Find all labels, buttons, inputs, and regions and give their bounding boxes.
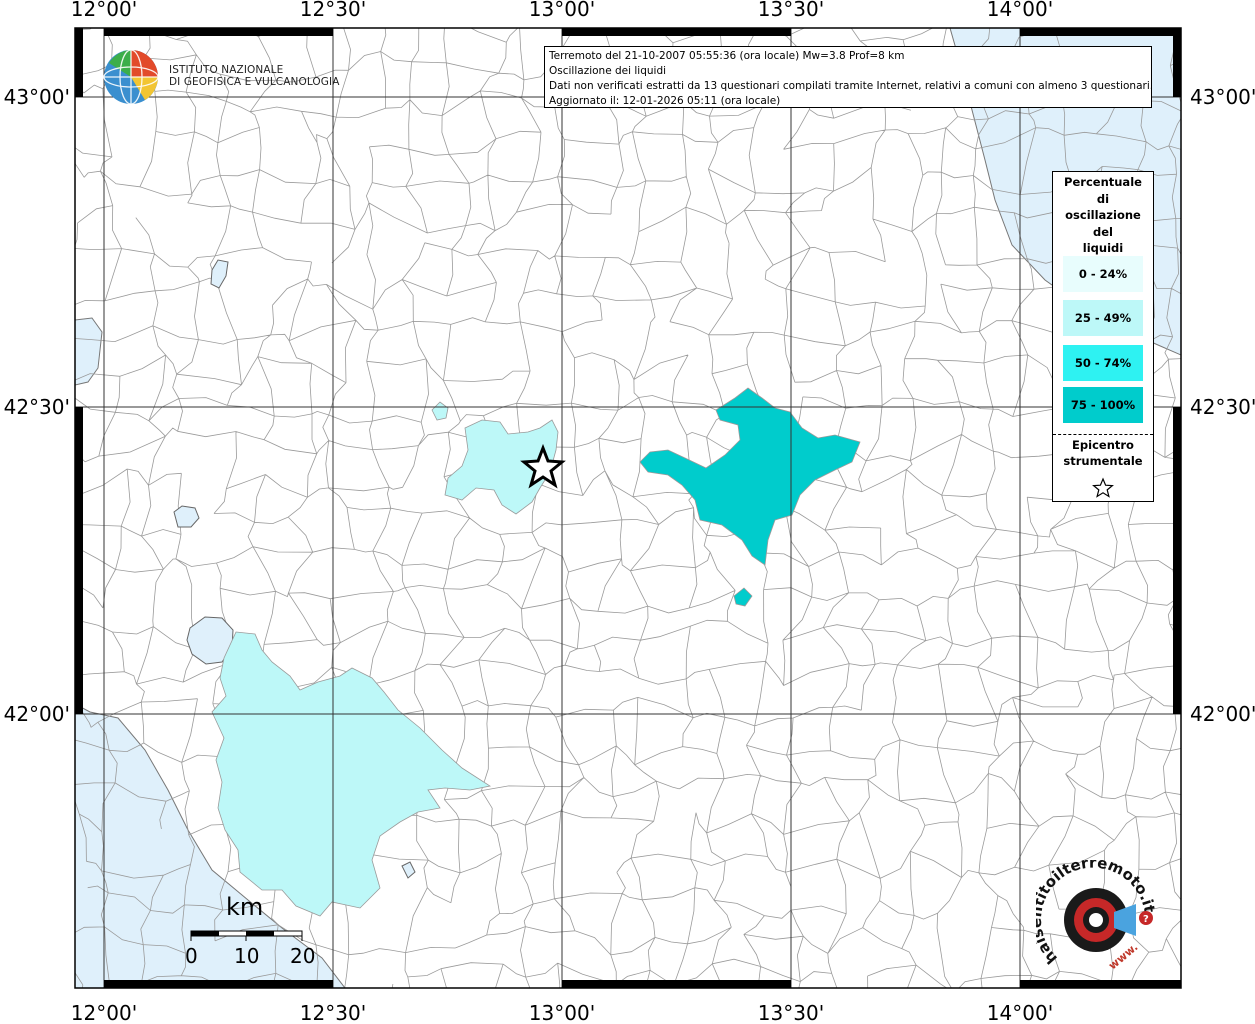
lat-labels-right: 43°00' 42°30' 42°00' <box>1190 85 1255 726</box>
ingv-name-line1: ISTITUTO NAZIONALE <box>169 64 284 76</box>
lon-label: 13°00' <box>529 1001 595 1024</box>
lon-label: 12°00' <box>71 1001 137 1024</box>
legend-class-50-74: 50 - 74% <box>1063 345 1143 381</box>
event-info-box: Terremoto del 21-10-2007 05:55:36 (ora l… <box>544 46 1152 108</box>
legend-epicenter-line: strumentale <box>1063 454 1143 468</box>
event-updated: Aggiornato il: 12-01-2026 05:11 (ora loc… <box>549 95 781 107</box>
lon-labels-top: 12°00' 12°30' 13°00' 13°30' 14°00' <box>71 0 1053 21</box>
legend-title-line: del <box>1093 224 1113 239</box>
lon-label: 13°30' <box>758 1001 824 1024</box>
legend-class-25-49: 25 - 49% <box>1063 300 1143 336</box>
legend-divider <box>1053 434 1153 435</box>
lon-label: 14°00' <box>987 0 1053 21</box>
lat-label: 42°00' <box>1190 702 1255 726</box>
scale-label-0: 0 <box>185 944 198 968</box>
scale-unit: km <box>226 893 264 921</box>
event-data-note: Dati non verificati estratti da 13 quest… <box>549 80 1152 92</box>
legend-epicenter-line: Epicentro <box>1072 438 1134 452</box>
lat-label: 43°00' <box>1190 85 1255 109</box>
legend-title-line: Percentuale <box>1064 175 1142 189</box>
scale-label-10: 10 <box>234 944 260 968</box>
legend-title-line: di <box>1096 191 1110 206</box>
legend-title-line: oscillazione <box>1065 208 1141 222</box>
ingv-name: ISTITUTO NAZIONALE DI GEOFISICA E VULCAN… <box>169 64 340 88</box>
star-icon <box>1092 477 1114 498</box>
lat-labels-left: 43°00' 42°30' 42°00' <box>4 85 70 726</box>
svg-text:?: ? <box>1143 914 1149 925</box>
event-title: Terremoto del 21-10-2007 05:55:36 (ora l… <box>549 50 905 62</box>
legend-title: Percentuale di oscillazione del liquidi <box>1053 172 1153 257</box>
lat-label: 42°00' <box>4 702 70 726</box>
legend-epicenter-label: Epicentro strumentale <box>1053 437 1153 469</box>
legend: Percentuale di oscillazione del liquidi … <box>1052 171 1154 502</box>
lon-label: 12°30' <box>300 1001 366 1024</box>
lon-label: 13°30' <box>758 0 824 21</box>
legend-class-75-100: 75 - 100% <box>1063 387 1143 423</box>
lat-label: 42°30' <box>4 395 70 419</box>
scale-label-20: 20 <box>290 944 316 968</box>
lon-label: 12°30' <box>300 0 366 21</box>
lon-labels-bottom: 12°00' 12°30' 13°00' 13°30' 14°00' <box>71 1001 1053 1024</box>
ingv-name-line2: DI GEOFISICA E VULCANOLOGIA <box>169 76 340 88</box>
lat-label: 42°30' <box>1190 395 1255 419</box>
lon-label: 12°00' <box>71 0 137 21</box>
legend-title-line: liquidi <box>1082 241 1124 255</box>
lat-label: 43°00' <box>4 85 70 109</box>
lon-label: 14°00' <box>987 1001 1053 1024</box>
lon-label: 13°00' <box>529 0 595 21</box>
event-subtitle: Oscillazione dei liquidi <box>549 65 667 77</box>
legend-class-0-24: 0 - 24% <box>1063 256 1143 292</box>
